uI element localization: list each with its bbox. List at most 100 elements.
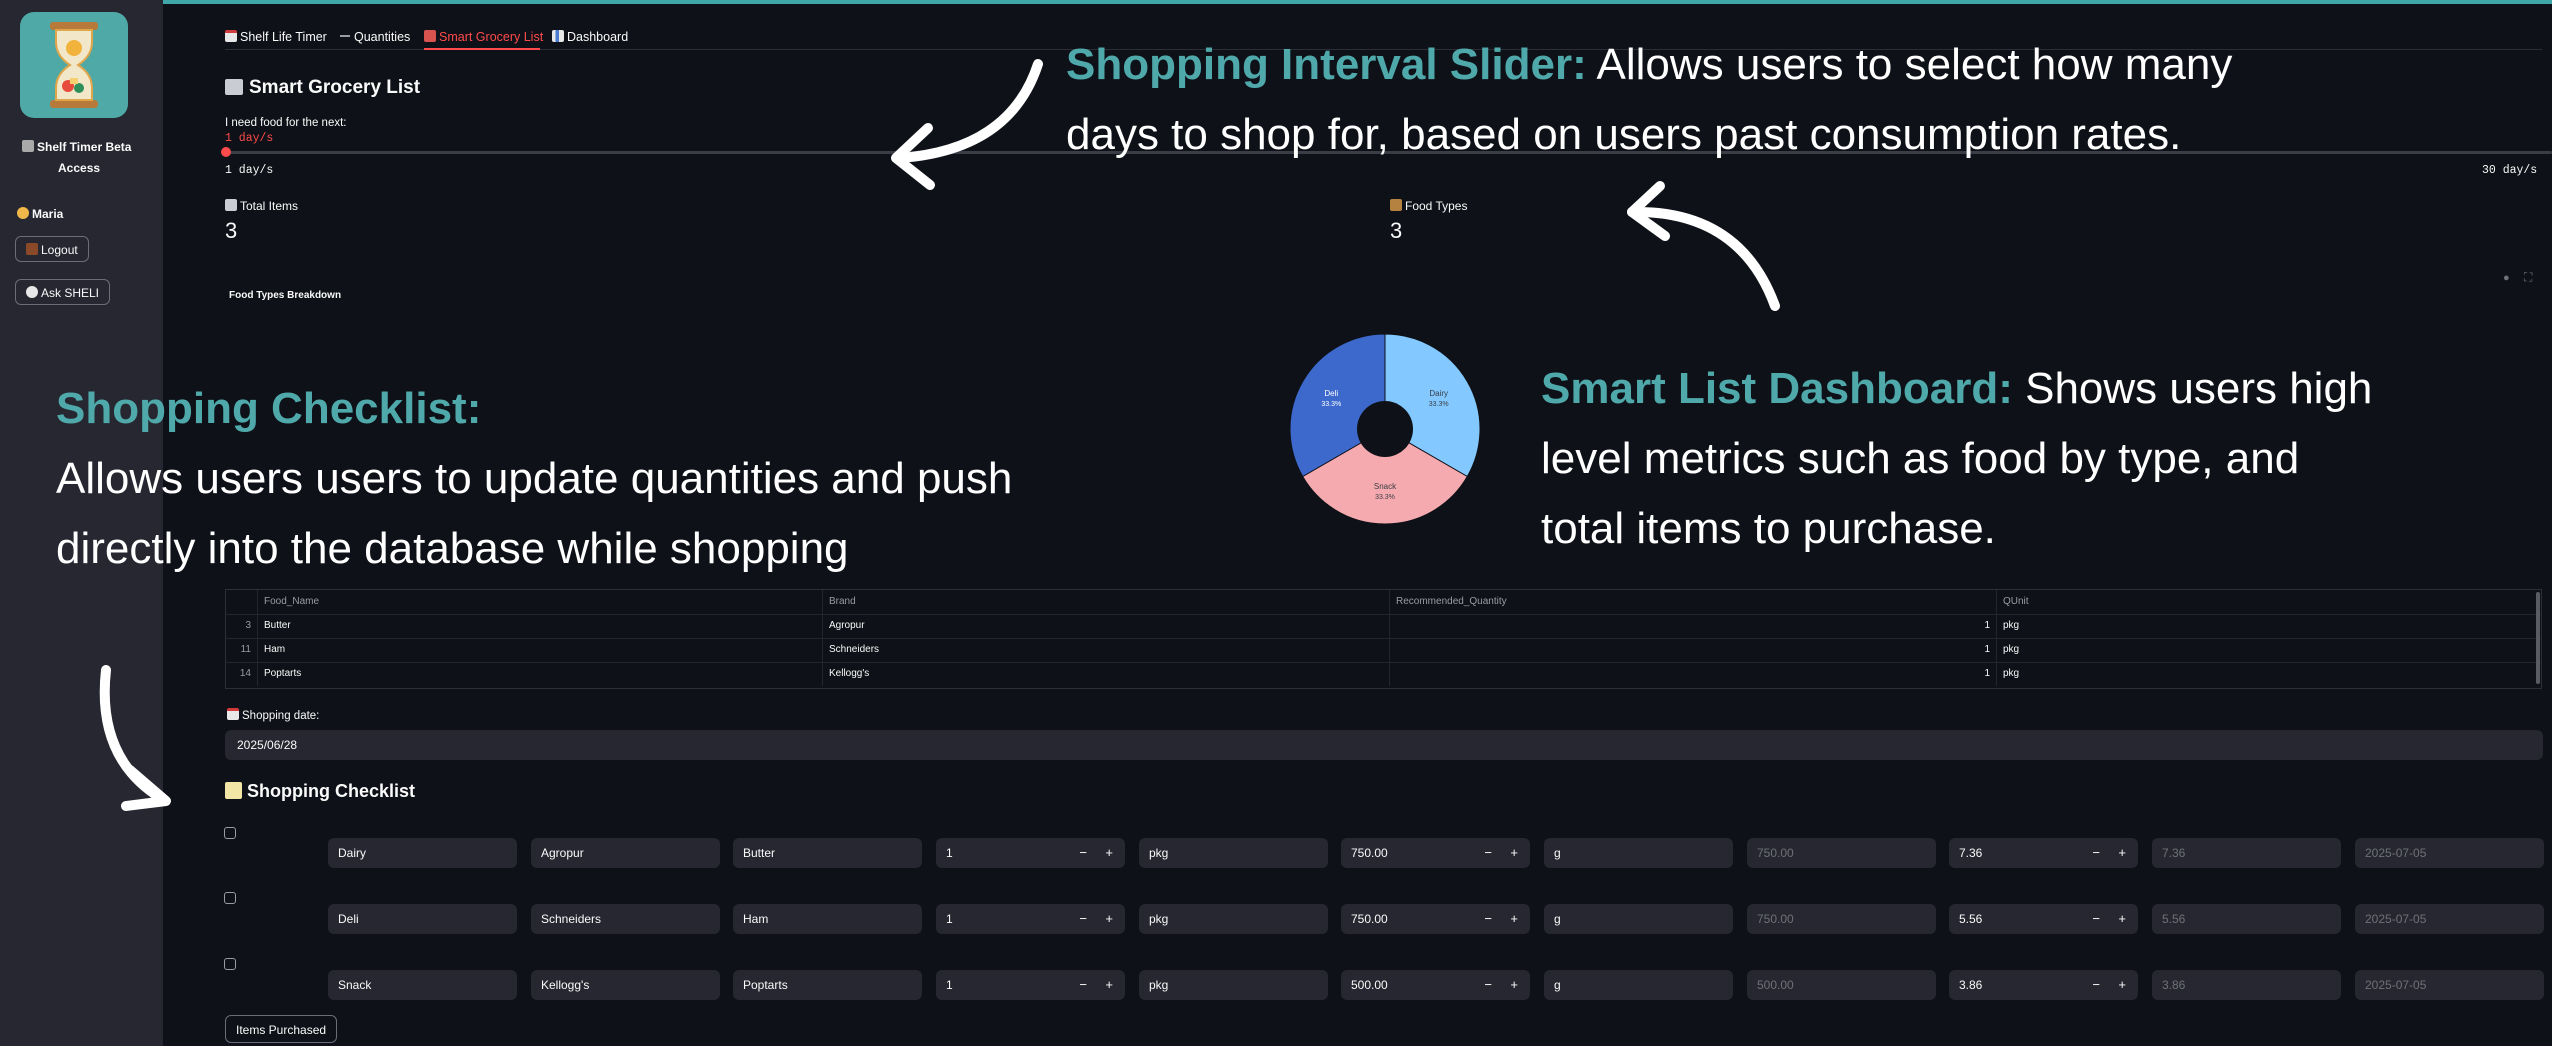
increment-button[interactable]: + <box>2118 970 2126 1000</box>
unit-field[interactable]: pkg <box>1139 904 1328 934</box>
tab-shelf-life-timer[interactable]: Shelf Life Timer <box>225 30 327 44</box>
decrement-button[interactable]: − <box>2092 904 2100 934</box>
table-row[interactable]: 11 Ham Schneiders 1 pkg <box>226 638 2541 663</box>
tab-quantities[interactable]: Quantities <box>340 30 410 44</box>
column-header[interactable]: Brand <box>823 590 1390 614</box>
slider-max-label: 30 day/s <box>2482 164 2538 177</box>
increment-button[interactable]: + <box>1510 970 1518 1000</box>
quantity-stepper[interactable]: 1 − + <box>936 838 1125 868</box>
item-checkbox[interactable] <box>224 892 236 904</box>
size-unit-field[interactable]: g <box>1544 838 1733 868</box>
size-stepper-value: 750.00 <box>1351 846 1388 860</box>
cell-food-name[interactable]: Butter <box>258 614 823 638</box>
price-stepper[interactable]: 5.56 − + <box>1949 904 2138 934</box>
quantity-stepper[interactable]: 1 − + <box>936 904 1125 934</box>
tab-label: Quantities <box>354 30 411 44</box>
food-type-field[interactable]: Snack <box>328 970 517 1000</box>
size-unit-field-value: g <box>1554 978 1561 992</box>
food-name-field[interactable]: Poptarts <box>733 970 922 1000</box>
cell-quantity[interactable]: 1 <box>1390 662 1997 686</box>
cell-unit[interactable]: pkg <box>1997 638 2541 662</box>
cell-quantity[interactable]: 1 <box>1390 614 1997 638</box>
calendar-icon <box>225 30 237 42</box>
cell-brand[interactable]: Schneiders <box>823 638 1390 662</box>
size-display-field-value: 500.00 <box>1757 978 1794 992</box>
decrement-button[interactable]: − <box>2092 838 2100 868</box>
decrement-button[interactable]: − <box>2092 970 2100 1000</box>
increment-button[interactable]: + <box>2118 838 2126 868</box>
pie-slice-percent: 33.3% <box>1321 401 1341 408</box>
expiry-date-field: 2025-07-05 <box>2355 970 2544 1000</box>
decrement-button[interactable]: − <box>1079 904 1087 934</box>
food-type-field-value: Deli <box>338 912 359 926</box>
decrement-button[interactable]: − <box>1079 970 1087 1000</box>
expiry-date-field-value: 2025-07-05 <box>2365 978 2427 992</box>
brand-field[interactable]: Agropur <box>531 838 720 868</box>
cell-unit[interactable]: pkg <box>1997 614 2541 638</box>
brand-field[interactable]: Schneiders <box>531 904 720 934</box>
expiry-date-field-value: 2025-07-05 <box>2365 846 2427 860</box>
ask-sheli-button[interactable]: Ask SHELI <box>15 279 111 305</box>
increment-button[interactable]: + <box>1105 970 1113 1000</box>
camera-icon[interactable]: ● <box>2503 272 2510 284</box>
increment-button[interactable]: + <box>1105 904 1113 934</box>
size-display-field: 500.00 <box>1747 970 1936 1000</box>
size-unit-field[interactable]: g <box>1544 904 1733 934</box>
user-name: Maria <box>32 207 64 221</box>
table-scrollbar[interactable] <box>2536 592 2540 684</box>
cell-food-name[interactable]: Poptarts <box>258 662 823 686</box>
unit-field[interactable]: pkg <box>1139 838 1328 868</box>
grocery-data-table[interactable]: Food_Name Brand Recommended_Quantity QUn… <box>225 589 2542 689</box>
total-items-label-text: Total Items <box>240 199 299 213</box>
brand-field[interactable]: Kellogg's <box>531 970 720 1000</box>
increment-button[interactable]: + <box>1510 838 1518 868</box>
quantity-stepper[interactable]: 1 − + <box>936 970 1125 1000</box>
decrement-button[interactable]: − <box>1079 838 1087 868</box>
table-row[interactable]: 3 Butter Agropur 1 pkg <box>226 614 2541 639</box>
items-purchased-button[interactable]: Items Purchased <box>225 1015 338 1043</box>
item-checkbox[interactable] <box>224 958 236 970</box>
logout-button[interactable]: Logout <box>15 236 89 262</box>
app-title-line2: Access <box>58 161 101 175</box>
cell-brand[interactable]: Agropur <box>823 614 1390 638</box>
price-display-field: 3.86 <box>2152 970 2341 1000</box>
price-stepper[interactable]: 3.86 − + <box>1949 970 2138 1000</box>
tab-dashboard[interactable]: Dashboard <box>552 30 628 44</box>
column-header[interactable]: QUnit <box>1997 590 2541 614</box>
size-display-field: 750.00 <box>1747 838 1936 868</box>
cell-unit[interactable]: pkg <box>1997 662 2541 686</box>
size-stepper[interactable]: 500.00 − + <box>1341 970 1530 1000</box>
slider-handle[interactable] <box>221 147 231 157</box>
memo-icon <box>225 782 242 799</box>
table-row[interactable]: 14 Poptarts Kellogg's 1 pkg <box>226 662 2541 686</box>
food-type-field[interactable]: Dairy <box>328 838 517 868</box>
pie-slice-percent: 33.3% <box>1429 401 1449 408</box>
pie-slice-percent: 33.3% <box>1375 494 1395 501</box>
increment-button[interactable]: + <box>1510 904 1518 934</box>
cell-quantity[interactable]: 1 <box>1390 638 1997 662</box>
column-header[interactable]: Food_Name <box>258 590 823 614</box>
size-unit-field[interactable]: g <box>1544 970 1733 1000</box>
tab-smart-grocery-list[interactable]: Smart Grocery List <box>424 30 543 44</box>
item-checkbox[interactable] <box>224 827 236 839</box>
unit-field[interactable]: pkg <box>1139 970 1328 1000</box>
cell-food-name[interactable]: Ham <box>258 638 823 662</box>
column-header[interactable]: Recommended_Quantity <box>1390 590 1997 614</box>
size-stepper[interactable]: 750.00 − + <box>1341 838 1530 868</box>
decrement-button[interactable]: − <box>1484 970 1492 1000</box>
price-stepper[interactable]: 7.36 − + <box>1949 838 2138 868</box>
cell-brand[interactable]: Kellogg's <box>823 662 1390 686</box>
size-stepper[interactable]: 750.00 − + <box>1341 904 1530 934</box>
price-stepper-value: 5.56 <box>1959 912 1983 926</box>
food-name-field[interactable]: Butter <box>733 838 922 868</box>
food-type-field[interactable]: Deli <box>328 904 517 934</box>
decrement-button[interactable]: − <box>1484 838 1492 868</box>
increment-button[interactable]: + <box>1105 838 1113 868</box>
food-name-field[interactable]: Ham <box>733 904 922 934</box>
minus-icon <box>340 35 350 37</box>
decrement-button[interactable]: − <box>1484 904 1492 934</box>
increment-button[interactable]: + <box>2118 904 2126 934</box>
slider-annotation-line2: days to shop for, based on users past co… <box>1066 110 2182 159</box>
fullscreen-icon[interactable]: ⛶ <box>2524 270 2532 285</box>
shopping-date-input[interactable]: 2025/06/28 <box>225 730 2543 760</box>
